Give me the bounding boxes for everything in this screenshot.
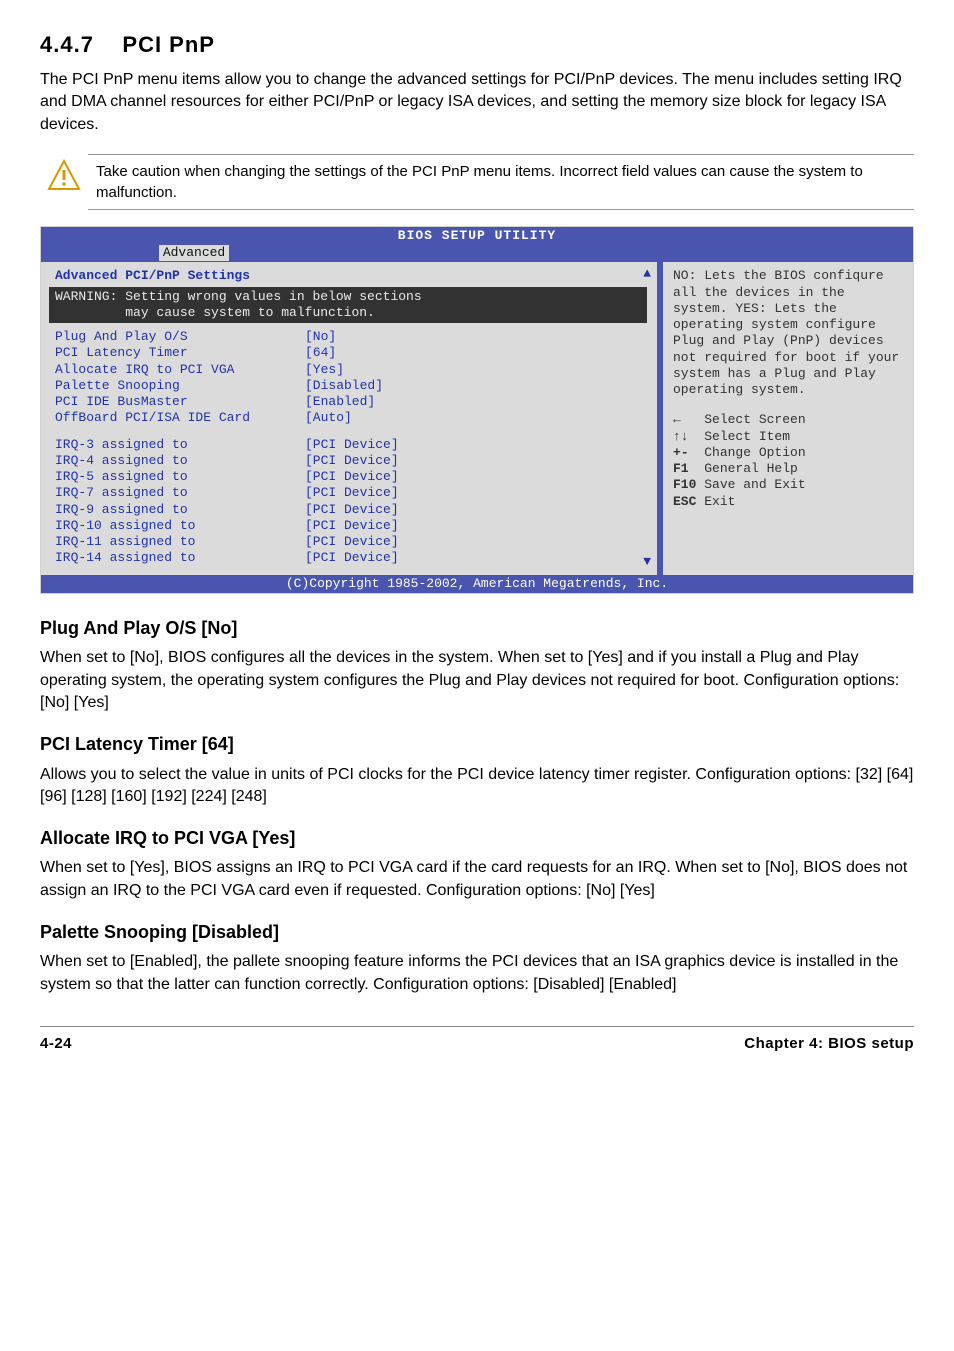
page-footer: 4-24 Chapter 4: BIOS setup	[40, 1026, 914, 1054]
bios-right-pane: NO: Lets the BIOS confiqure all the devi…	[657, 262, 913, 574]
caution-note: Take caution when changing the settings …	[40, 154, 914, 210]
heading-plug-and-play: Plug And Play O/S [No]	[40, 616, 914, 641]
opt-irq11[interactable]: IRQ-11 assigned to[PCI Device]	[55, 534, 647, 550]
bios-footer: (C)Copyright 1985-2002, American Megatre…	[41, 575, 913, 593]
heading-palette-snooping: Palette Snooping [Disabled]	[40, 920, 914, 945]
page-number: 4-24	[40, 1033, 72, 1054]
heading-allocate-irq: Allocate IRQ to PCI VGA [Yes]	[40, 826, 914, 851]
opt-offboard-ide[interactable]: OffBoard PCI/ISA IDE Card[Auto]	[55, 410, 647, 426]
caution-text: Take caution when changing the settings …	[96, 163, 863, 201]
section-title: PCI PnP	[122, 32, 215, 57]
bios-title: BIOS SETUP UTILITY	[41, 227, 913, 245]
bios-help-text: NO: Lets the BIOS confiqure all the devi…	[673, 268, 903, 398]
opt-irq3[interactable]: IRQ-3 assigned to[PCI Device]	[55, 437, 647, 453]
bios-pane-heading: Advanced PCI/PnP Settings	[55, 268, 647, 284]
body-plug-and-play: When set to [No], BIOS configures all th…	[40, 647, 914, 714]
bios-tab-advanced[interactable]: Advanced	[159, 245, 229, 261]
opt-irq4[interactable]: IRQ-4 assigned to[PCI Device]	[55, 453, 647, 469]
section-header: 4.4.7 PCI PnP	[40, 30, 914, 61]
bios-left-pane: ▲ ▼ Advanced PCI/PnP Settings WARNING: S…	[41, 262, 657, 574]
opt-plug-and-play[interactable]: Plug And Play O/S[No]	[55, 329, 647, 345]
scroll-up-icon[interactable]: ▲	[643, 266, 651, 282]
bios-warning: WARNING: Setting wrong values in below s…	[49, 287, 647, 324]
bios-tabs: Advanced	[41, 245, 913, 262]
scroll-down-icon[interactable]: ▼	[643, 554, 651, 570]
opt-pci-ide-busmaster[interactable]: PCI IDE BusMaster[Enabled]	[55, 394, 647, 410]
opt-allocate-irq[interactable]: Allocate IRQ to PCI VGA[Yes]	[55, 362, 647, 378]
chapter-label: Chapter 4: BIOS setup	[744, 1033, 914, 1054]
body-pci-latency: Allows you to select the value in units …	[40, 764, 914, 809]
bios-key-legend: ← Select Screen ↑↓ Select Item +- Change…	[673, 412, 903, 510]
opt-irq14[interactable]: IRQ-14 assigned to[PCI Device]	[55, 550, 647, 566]
caution-icon	[40, 154, 88, 194]
heading-pci-latency: PCI Latency Timer [64]	[40, 732, 914, 757]
bios-screenshot: BIOS SETUP UTILITY Advanced ▲ ▼ Advanced…	[40, 226, 914, 594]
opt-irq9[interactable]: IRQ-9 assigned to[PCI Device]	[55, 502, 647, 518]
opt-irq5[interactable]: IRQ-5 assigned to[PCI Device]	[55, 469, 647, 485]
intro-paragraph: The PCI PnP menu items allow you to chan…	[40, 69, 914, 136]
opt-irq7[interactable]: IRQ-7 assigned to[PCI Device]	[55, 485, 647, 501]
opt-palette-snooping[interactable]: Palette Snooping[Disabled]	[55, 378, 647, 394]
body-palette-snooping: When set to [Enabled], the pallete snoop…	[40, 951, 914, 996]
body-allocate-irq: When set to [Yes], BIOS assigns an IRQ t…	[40, 857, 914, 902]
section-number: 4.4.7	[40, 32, 94, 57]
opt-pci-latency[interactable]: PCI Latency Timer[64]	[55, 345, 647, 361]
opt-irq10[interactable]: IRQ-10 assigned to[PCI Device]	[55, 518, 647, 534]
